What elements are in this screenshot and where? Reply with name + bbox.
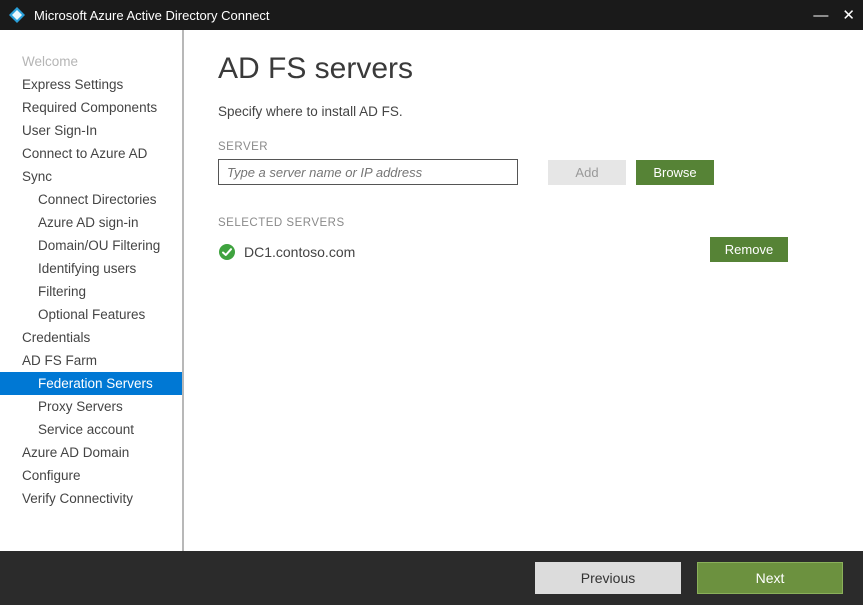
sidebar-item-filtering[interactable]: Filtering bbox=[0, 280, 182, 303]
sidebar-item-federation-servers[interactable]: Federation Servers bbox=[0, 372, 182, 395]
sidebar-item-verify-connectivity[interactable]: Verify Connectivity bbox=[0, 487, 182, 510]
sidebar-item-proxy-servers[interactable]: Proxy Servers bbox=[0, 395, 182, 418]
sidebar-item-azure-ad-signin[interactable]: Azure AD sign-in bbox=[0, 211, 182, 234]
sidebar-item-adfs-farm[interactable]: AD FS Farm bbox=[0, 349, 182, 372]
sidebar-item-express-settings[interactable]: Express Settings bbox=[0, 73, 182, 96]
page-title: AD FS servers bbox=[218, 52, 829, 86]
sidebar-item-domain-ou-filtering[interactable]: Domain/OU Filtering bbox=[0, 234, 182, 257]
checkmark-circle-icon bbox=[218, 243, 236, 261]
sidebar-item-optional-features[interactable]: Optional Features bbox=[0, 303, 182, 326]
minimize-icon[interactable]: — bbox=[813, 8, 828, 23]
sidebar-item-azure-ad-domain[interactable]: Azure AD Domain bbox=[0, 441, 182, 464]
window-title: Microsoft Azure Active Directory Connect bbox=[34, 8, 813, 23]
server-field-label: SERVER bbox=[218, 141, 829, 153]
add-button: Add bbox=[548, 160, 626, 185]
selected-server-name: DC1.contoso.com bbox=[244, 244, 355, 260]
server-input-row: Add Browse bbox=[218, 159, 829, 185]
sidebar-item-connect-directories[interactable]: Connect Directories bbox=[0, 188, 182, 211]
footer: Previous Next bbox=[0, 551, 863, 605]
sidebar-item-sync[interactable]: Sync bbox=[0, 165, 182, 188]
next-button[interactable]: Next bbox=[697, 562, 843, 594]
sidebar-item-welcome[interactable]: Welcome bbox=[0, 50, 182, 73]
main-area: Welcome Express Settings Required Compon… bbox=[0, 30, 863, 551]
sidebar-item-identifying-users[interactable]: Identifying users bbox=[0, 257, 182, 280]
sidebar-item-user-signin[interactable]: User Sign-In bbox=[0, 119, 182, 142]
close-icon[interactable]: ✕ bbox=[842, 8, 855, 23]
sidebar-item-required-components[interactable]: Required Components bbox=[0, 96, 182, 119]
sidebar: Welcome Express Settings Required Compon… bbox=[0, 30, 184, 551]
page-subtitle: Specify where to install AD FS. bbox=[218, 104, 829, 119]
remove-button[interactable]: Remove bbox=[710, 237, 788, 262]
sidebar-item-credentials[interactable]: Credentials bbox=[0, 326, 182, 349]
server-input[interactable] bbox=[218, 159, 518, 185]
browse-button[interactable]: Browse bbox=[636, 160, 714, 185]
content-panel: AD FS servers Specify where to install A… bbox=[184, 30, 863, 551]
previous-button[interactable]: Previous bbox=[535, 562, 681, 594]
azure-logo-icon bbox=[8, 6, 26, 24]
selected-servers-label: SELECTED SERVERS bbox=[218, 217, 829, 229]
sidebar-item-configure[interactable]: Configure bbox=[0, 464, 182, 487]
selected-server-row: DC1.contoso.com Remove bbox=[218, 237, 788, 262]
sidebar-item-service-account[interactable]: Service account bbox=[0, 418, 182, 441]
titlebar: Microsoft Azure Active Directory Connect… bbox=[0, 0, 863, 30]
window-controls: — ✕ bbox=[813, 8, 855, 23]
sidebar-item-connect-azure-ad[interactable]: Connect to Azure AD bbox=[0, 142, 182, 165]
